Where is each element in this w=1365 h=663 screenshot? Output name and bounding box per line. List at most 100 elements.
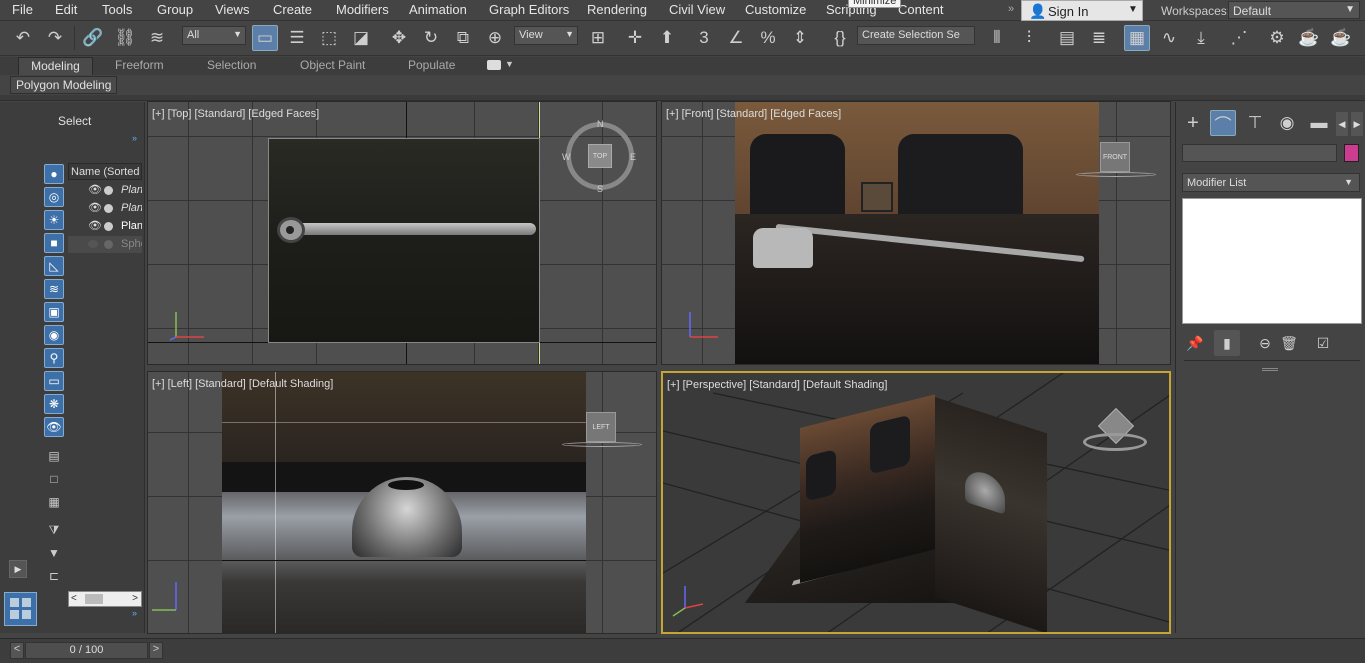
motion-tab-icon[interactable]: ◉	[1274, 110, 1300, 136]
tab-freeform[interactable]: Freeform	[107, 57, 172, 75]
object-name-field[interactable]	[1182, 144, 1337, 162]
schematic-view-icon[interactable]: ⋰	[1226, 25, 1252, 51]
hierarchy-tab-icon[interactable]: ⊤	[1242, 110, 1268, 136]
menu-create[interactable]: Create	[273, 2, 312, 17]
unlink-icon[interactable]: ⛓	[112, 25, 138, 51]
reference-coordinate-select[interactable]: View ▼	[514, 26, 578, 45]
display-containers-icon[interactable]: ▭	[44, 371, 64, 391]
pivot-center-icon[interactable]: ⊞	[585, 25, 611, 51]
menu-customize[interactable]: Customize	[745, 2, 806, 17]
viewport-label[interactable]: [+] [Top] [Standard] [Edged Faces]	[152, 108, 319, 120]
mirror-icon[interactable]: ⫴	[984, 25, 1010, 51]
place-icon[interactable]: ⊕	[482, 25, 508, 51]
selection-filter-select[interactable]: All ▼	[182, 26, 246, 45]
create-tab-icon[interactable]: +	[1180, 110, 1206, 136]
menu-group[interactable]: Group	[157, 2, 193, 17]
window-crossing-icon[interactable]: ◪	[348, 25, 374, 51]
undo-icon[interactable]: ↶	[10, 25, 36, 51]
render-frame-icon[interactable]: ☕	[1328, 25, 1354, 51]
viewcube-compass[interactable]: TOP	[566, 122, 634, 190]
viewport-layout-icon[interactable]	[4, 592, 37, 626]
panel-next-icon[interactable]: ▶	[1351, 112, 1363, 136]
curve-editor-icon[interactable]: ∿	[1156, 25, 1182, 51]
display-influences-icon[interactable]: □	[44, 469, 64, 489]
configure-modifier-sets-icon[interactable]: ☑	[1310, 330, 1336, 356]
redo-icon[interactable]: ↷	[42, 25, 68, 51]
display-xrefs-icon[interactable]: ◉	[44, 325, 64, 345]
link-icon[interactable]: 🔗	[80, 25, 106, 51]
material-editor-icon[interactable]: ⚙	[1264, 25, 1290, 51]
overflow-chevron-icon[interactable]: »	[132, 608, 137, 618]
workspace-select[interactable]: Default ▼	[1228, 1, 1360, 19]
modifier-stack[interactable]	[1182, 198, 1362, 324]
display-helpers-icon[interactable]: ◺	[44, 256, 64, 276]
named-selection-set-select[interactable]: Create Selection Se	[857, 26, 975, 45]
overflow-chevron-icon[interactable]: »	[1008, 3, 1014, 15]
display-geometry-icon[interactable]: ●	[44, 164, 64, 184]
spinner-snap-icon[interactable]: ⇕	[787, 25, 813, 51]
ribbon-options-icon[interactable]	[487, 60, 501, 70]
menu-views[interactable]: Views	[215, 2, 249, 17]
select-manipulate-icon[interactable]: ✛	[622, 25, 648, 51]
viewcube-face[interactable]: LEFT	[586, 412, 616, 442]
scene-row[interactable]: 👁 Plan	[68, 182, 142, 199]
viewport-perspective[interactable]: [+] [Perspective] [Standard] [Default Sh…	[661, 371, 1171, 634]
menu-edit[interactable]: Edit	[55, 2, 77, 17]
menu-modifiers[interactable]: Modifiers	[336, 2, 389, 17]
tab-object-paint[interactable]: Object Paint	[292, 57, 373, 75]
viewport-label[interactable]: [+] [Front] [Standard] [Edged Faces]	[666, 108, 841, 120]
horizontal-scrollbar[interactable]: < >	[68, 591, 142, 607]
remove-modifier-icon[interactable]: 🗑	[1276, 330, 1302, 356]
tab-modeling[interactable]: Modeling	[18, 57, 93, 75]
object-color-swatch[interactable]	[1344, 144, 1359, 162]
viewport-left[interactable]: [+] [Left] [Standard] [Default Shading] …	[147, 371, 657, 634]
tab-populate[interactable]: Populate	[400, 57, 463, 75]
hidden-eye-icon[interactable]	[88, 240, 98, 248]
menu-tools[interactable]: Tools	[102, 2, 132, 17]
display-space-warps-icon[interactable]: ≋	[44, 279, 64, 299]
viewport-label[interactable]: [+] [Left] [Standard] [Default Shading]	[152, 378, 333, 390]
viewport-label[interactable]: [+] [Perspective] [Standard] [Default Sh…	[667, 379, 887, 391]
timeline-next-button[interactable]: >	[149, 642, 163, 659]
overflow-chevron-icon[interactable]: »	[132, 133, 137, 143]
display-bones-icon[interactable]: ⚲	[44, 348, 64, 368]
modify-tab-icon[interactable]: ⌒	[1210, 110, 1236, 136]
eye-icon[interactable]: 👁	[88, 219, 102, 232]
chevron-down-icon[interactable]: ▼	[505, 59, 514, 69]
display-cameras-icon[interactable]: ■	[44, 233, 64, 253]
sign-in-dropdown[interactable]: 👤 Sign In ▼	[1021, 0, 1143, 21]
menu-rendering[interactable]: Rendering	[587, 2, 647, 17]
display-tab-icon[interactable]: ▬	[1306, 110, 1332, 136]
display-particles-icon[interactable]: ❋	[44, 394, 64, 414]
eye-icon[interactable]: 👁	[88, 183, 102, 196]
time-slider[interactable]: 0 / 100	[25, 642, 148, 659]
move-icon[interactable]: ✥	[386, 25, 412, 51]
scene-row[interactable]: Sphe	[68, 236, 142, 253]
rect-selection-icon[interactable]: ⬚	[316, 25, 342, 51]
viewport-front[interactable]: [+] [Front] [Standard] [Edged Faces] FRO…	[661, 101, 1171, 365]
snaps-toggle-icon[interactable]: 3	[691, 25, 717, 51]
display-frozen-icon[interactable]: 👁	[44, 417, 64, 437]
modifier-list-select[interactable]: Modifier List ▼	[1182, 173, 1360, 192]
pin-stack-icon[interactable]: 📌	[1182, 330, 1208, 356]
menu-graph-editors[interactable]: Graph Editors	[489, 2, 569, 17]
scroll-left-icon[interactable]: <	[71, 593, 77, 604]
viewcube-face[interactable]: FRONT	[1100, 142, 1130, 172]
menu-civil-view[interactable]: Civil View	[669, 2, 725, 17]
viewcube-home[interactable]	[1083, 407, 1147, 459]
display-dependencies-icon[interactable]: ▦	[44, 492, 64, 512]
filter-icon[interactable]: ⧩	[44, 520, 64, 540]
display-children-icon[interactable]: ▤	[44, 446, 64, 466]
select-by-name-icon[interactable]: ☰	[284, 25, 310, 51]
layer-toggle-icon[interactable]: ⊏	[44, 566, 64, 586]
timeline-prev-button[interactable]: <	[10, 642, 24, 659]
menu-animation[interactable]: Animation	[409, 2, 467, 17]
named-selection-icon[interactable]: {}	[827, 25, 853, 51]
render-setup-icon[interactable]: ☕	[1296, 25, 1322, 51]
scale-icon[interactable]: ⧉	[450, 25, 476, 51]
scroll-thumb[interactable]	[85, 594, 103, 604]
funnel-icon[interactable]: ▼	[44, 543, 64, 563]
scene-row[interactable]: 👁 Plan	[68, 218, 142, 235]
rotate-icon[interactable]: ↻	[418, 25, 444, 51]
display-shapes-icon[interactable]: ◎	[44, 187, 64, 207]
